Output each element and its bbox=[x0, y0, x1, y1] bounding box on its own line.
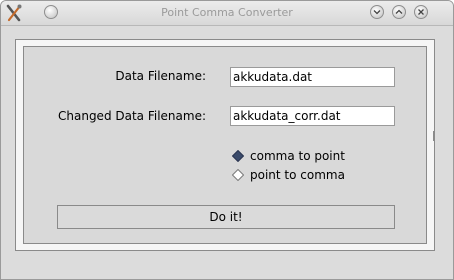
changed-filename-label: Changed Data Filename: bbox=[58, 109, 206, 123]
close-icon[interactable] bbox=[414, 5, 428, 19]
do-it-button[interactable]: Do it! bbox=[57, 205, 395, 229]
radio-selected-icon[interactable] bbox=[232, 150, 244, 162]
maximize-icon[interactable] bbox=[392, 5, 406, 19]
window-title: Point Comma Converter bbox=[161, 6, 293, 19]
minimize-icon[interactable] bbox=[370, 5, 384, 19]
radio-label-point-to-comma: point to comma bbox=[250, 168, 345, 182]
data-filename-input[interactable] bbox=[230, 67, 395, 87]
data-filename-label: Data Filename: bbox=[115, 69, 206, 83]
app-window: Point Comma Converter Data Filename: Cha… bbox=[0, 0, 454, 280]
resize-grip[interactable] bbox=[433, 131, 435, 141]
radio-unselected-icon[interactable] bbox=[232, 169, 244, 181]
title-bar[interactable]: Point Comma Converter bbox=[1, 1, 453, 26]
radio-label-comma-to-point: comma to point bbox=[250, 149, 345, 163]
changed-filename-input[interactable] bbox=[230, 106, 395, 126]
